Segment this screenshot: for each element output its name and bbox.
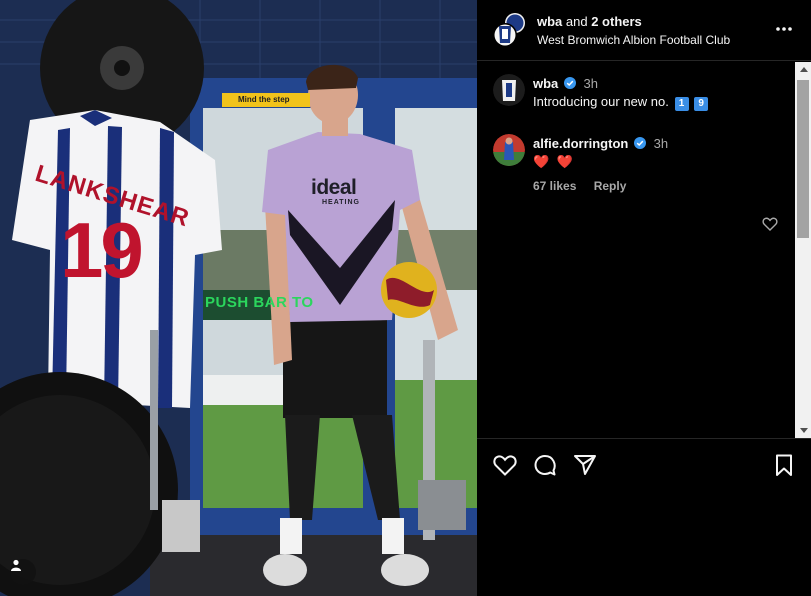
- more-horizontal-icon: [776, 27, 792, 31]
- push-bar-sign: PUSH BAR TO: [205, 294, 314, 311]
- caption-username[interactable]: wba: [533, 76, 558, 91]
- caption-avatar[interactable]: [493, 74, 525, 106]
- like-button[interactable]: [492, 452, 518, 478]
- share-button[interactable]: [572, 452, 598, 478]
- heart-icon: [493, 455, 517, 476]
- comment-time: 3h: [653, 136, 669, 151]
- comment-heart-icon[interactable]: [762, 216, 778, 232]
- wba-crest-icon: [493, 13, 525, 47]
- more-options-button[interactable]: [774, 19, 794, 39]
- comment-username[interactable]: alfie.dorrington: [533, 136, 628, 151]
- post-header: wba and 2 others West Bromwich Albion Fo…: [477, 0, 811, 61]
- scroll-thumb[interactable]: [797, 80, 809, 238]
- header-subtitle: West Bromwich Albion Football Club: [537, 33, 731, 47]
- header-others[interactable]: 2 others: [591, 14, 642, 29]
- user-avatar-image: [493, 134, 525, 166]
- scroll-up-arrow-icon[interactable]: [800, 67, 808, 72]
- send-icon: [574, 455, 596, 475]
- shirt-sponsor: ideal: [311, 176, 357, 199]
- tagged-people-button[interactable]: [10, 559, 36, 585]
- verified-badge-icon: [633, 137, 646, 149]
- post-photo: Mind the step LANKSHEAR 19 PUSH BAR TO i…: [0, 0, 477, 596]
- save-button[interactable]: [771, 452, 797, 478]
- caption-time: 3h: [583, 76, 599, 91]
- verified-badge-icon: [563, 77, 576, 89]
- person-icon: [11, 559, 21, 571]
- comment-avatar[interactable]: [493, 134, 525, 166]
- comments-list[interactable]: wba 3h Introducing our new no. 1 9 alfie…: [477, 62, 795, 438]
- comment-text: ❤️ ❤️: [533, 154, 575, 169]
- comment-reply-button[interactable]: Reply: [594, 179, 627, 193]
- shirt-sponsor-sub: HEATING: [322, 199, 360, 206]
- header-and: and: [562, 14, 592, 29]
- keycap-1-emoji: 1: [674, 97, 689, 111]
- collab-avatar[interactable]: [493, 13, 527, 47]
- comment-button[interactable]: [532, 452, 558, 478]
- comment-icon: [534, 455, 556, 476]
- caption-text: Introducing our new no.: [533, 94, 669, 109]
- wba-crest-icon: [493, 74, 525, 106]
- keycap-9-emoji: 9: [694, 97, 709, 111]
- comments-scrollbar[interactable]: [795, 62, 811, 438]
- comment-likes[interactable]: 67 likes: [533, 179, 576, 193]
- scroll-down-arrow-icon[interactable]: [800, 428, 808, 433]
- collab-title: wba and 2 others: [537, 14, 642, 30]
- jersey-number: 19: [60, 206, 144, 294]
- actions-divider: [477, 438, 811, 439]
- bookmark-icon: [776, 454, 792, 476]
- mind-the-step-sign: Mind the step: [222, 93, 310, 107]
- post-side-panel: wba and 2 others West Bromwich Albion Fo…: [477, 0, 811, 596]
- header-username[interactable]: wba: [537, 14, 562, 29]
